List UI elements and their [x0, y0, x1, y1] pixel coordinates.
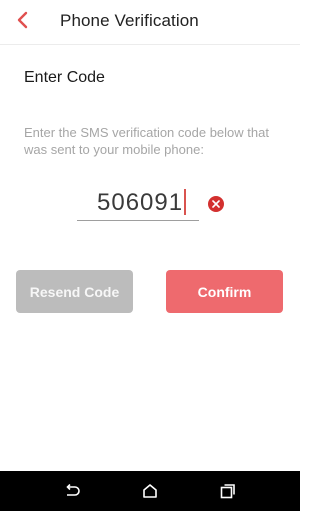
nav-back-button[interactable] — [62, 481, 82, 501]
nav-back-icon — [66, 484, 80, 496]
app-header: Phone Verification — [0, 0, 300, 45]
system-nav-bar — [0, 471, 300, 511]
verification-code-input[interactable]: 506091 — [97, 189, 187, 217]
text-caret — [184, 189, 187, 215]
clear-circle-x-icon — [212, 200, 220, 208]
nav-recents-icon — [220, 484, 235, 499]
nav-home-button[interactable] — [140, 481, 160, 501]
clear-code-button[interactable] — [208, 196, 224, 212]
resend-code-button[interactable]: Resend Code — [16, 270, 133, 313]
chevron-left-icon — [17, 11, 28, 29]
verification-code-value: 506091 — [97, 189, 184, 216]
nav-recents-button[interactable] — [218, 481, 238, 501]
page-title: Phone Verification — [60, 11, 199, 30]
confirm-button[interactable]: Confirm — [166, 270, 283, 313]
back-button[interactable] — [10, 7, 36, 33]
verification-code-field[interactable]: 506091 — [77, 188, 199, 221]
instructions-text: Enter the SMS verification code below th… — [24, 125, 269, 157]
nav-home-icon — [143, 484, 157, 498]
section-title: Enter Code — [24, 69, 105, 86]
